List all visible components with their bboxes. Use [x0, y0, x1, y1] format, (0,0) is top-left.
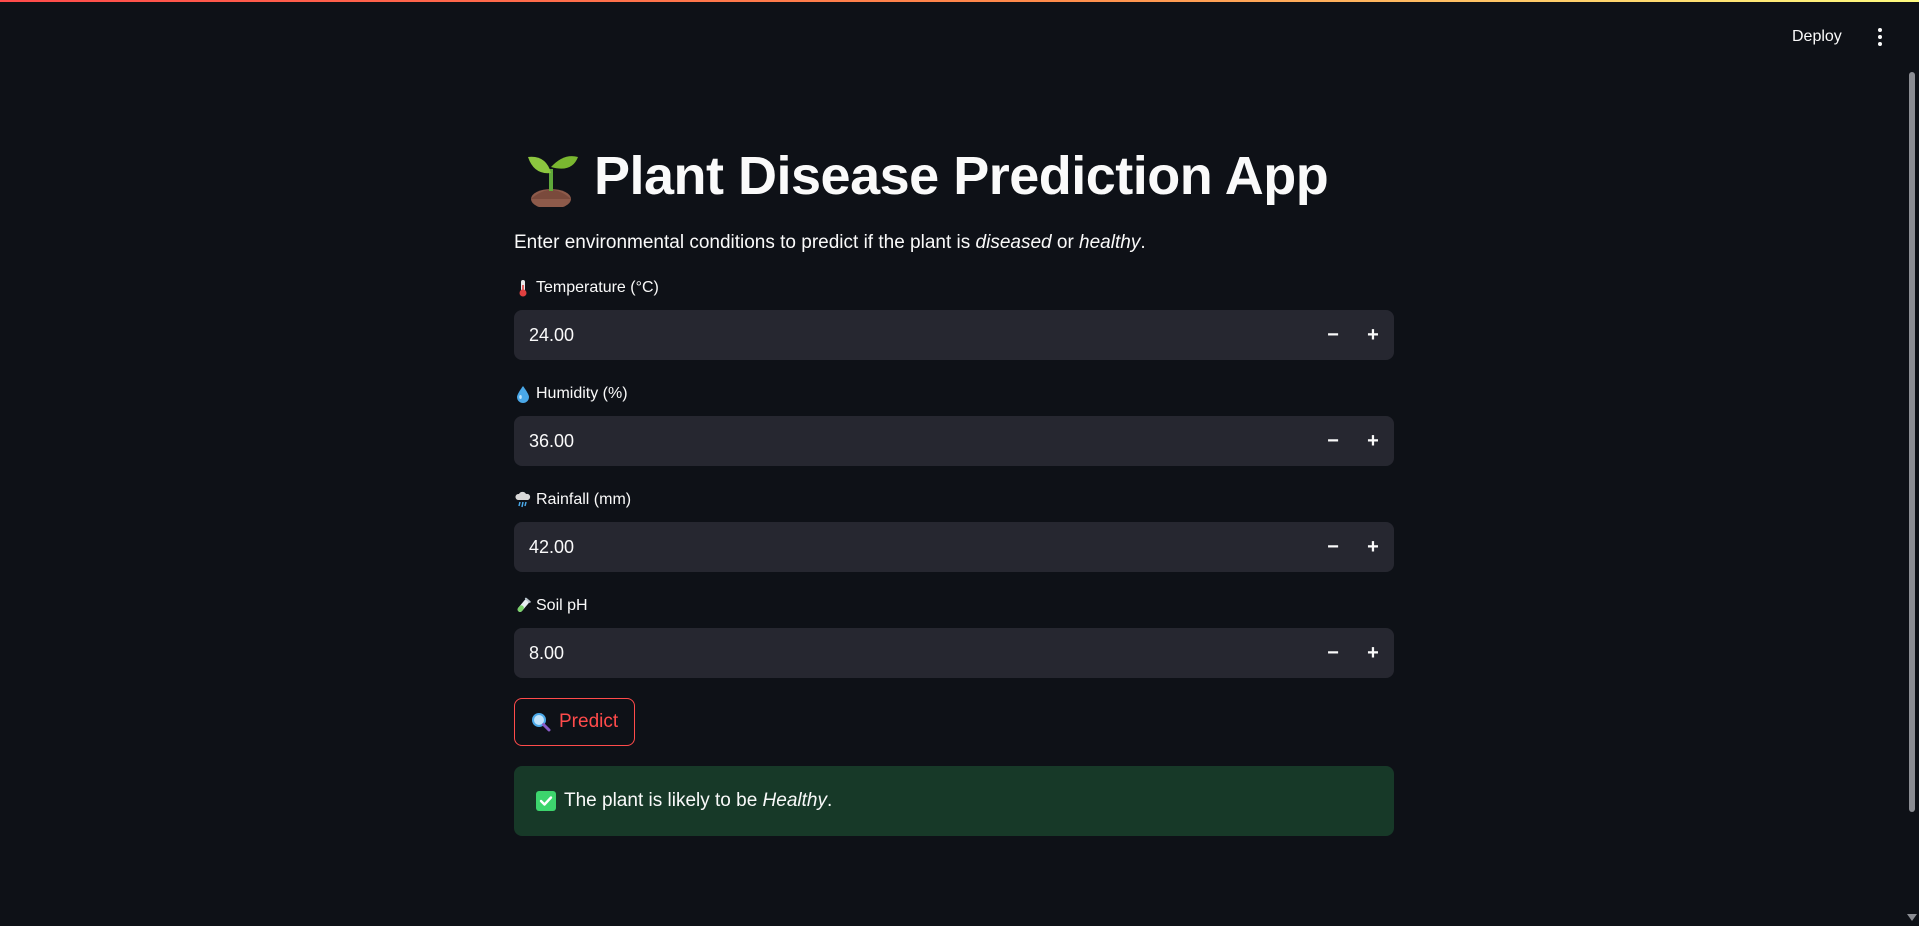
rainfall-increment-button[interactable]: + — [1353, 522, 1393, 572]
temperature-input-wrapper: − + — [514, 309, 1394, 361]
soil-ph-increment-button[interactable]: + — [1353, 628, 1393, 678]
rain-cloud-icon — [514, 491, 532, 509]
rainfall-decrement-button[interactable]: − — [1313, 522, 1353, 572]
predict-button[interactable]: Predict — [514, 698, 636, 746]
thermometer-icon — [514, 279, 532, 297]
humidity-field: Humidity (%) − + — [514, 382, 1394, 467]
humidity-decrement-button[interactable]: − — [1313, 416, 1353, 466]
soil-ph-decrement-button[interactable]: − — [1313, 628, 1353, 678]
check-box-icon — [536, 791, 556, 811]
main-menu-button[interactable] — [1866, 22, 1894, 52]
rainfall-field: Rainfall (mm) − + — [514, 488, 1394, 573]
humidity-input[interactable] — [514, 415, 1313, 467]
magnifier-icon — [532, 713, 551, 732]
test-tube-icon — [514, 597, 532, 615]
sprout-icon — [528, 156, 578, 207]
temperature-field: Temperature (°C) − + — [514, 276, 1394, 361]
page-title: Plant Disease Prediction App — [594, 146, 1329, 206]
main-content: Plant Disease Prediction App Enter envir… — [514, 140, 1394, 836]
scroll-down-arrow-icon[interactable] — [1907, 914, 1917, 921]
rainfall-input[interactable] — [514, 521, 1313, 573]
droplet-icon — [514, 385, 532, 403]
result-value: Healthy — [762, 790, 827, 811]
temperature-increment-button[interactable]: + — [1353, 310, 1393, 360]
rainfall-input-wrapper: − + — [514, 521, 1394, 573]
vertical-dots-icon — [1878, 28, 1882, 46]
page-subtitle: Enter environmental conditions to predic… — [514, 232, 1146, 253]
soil-ph-input-wrapper: − + — [514, 627, 1394, 679]
soil-ph-label: Soil pH — [514, 594, 1394, 618]
deploy-button[interactable]: Deploy — [1782, 22, 1852, 52]
title-row: Plant Disease Prediction App — [514, 140, 1394, 212]
scrollbar-thumb[interactable] — [1909, 72, 1915, 812]
prediction-result-alert: The plant is likely to be Healthy. — [514, 766, 1394, 836]
humidity-increment-button[interactable]: + — [1353, 416, 1393, 466]
soil-ph-input[interactable] — [514, 627, 1313, 679]
humidity-label: Humidity (%) — [514, 382, 1394, 406]
app-header: Deploy — [0, 0, 1919, 72]
result-text: The plant is likely to be Healthy. — [564, 790, 833, 811]
rainfall-label: Rainfall (mm) — [514, 488, 1394, 512]
humidity-input-wrapper: − + — [514, 415, 1394, 467]
temperature-decrement-button[interactable]: − — [1313, 310, 1353, 360]
predict-button-label: Predict — [559, 711, 619, 732]
temperature-input[interactable] — [514, 309, 1313, 361]
temperature-label: Temperature (°C) — [514, 276, 1394, 300]
soil-ph-field: Soil pH − + — [514, 594, 1394, 679]
